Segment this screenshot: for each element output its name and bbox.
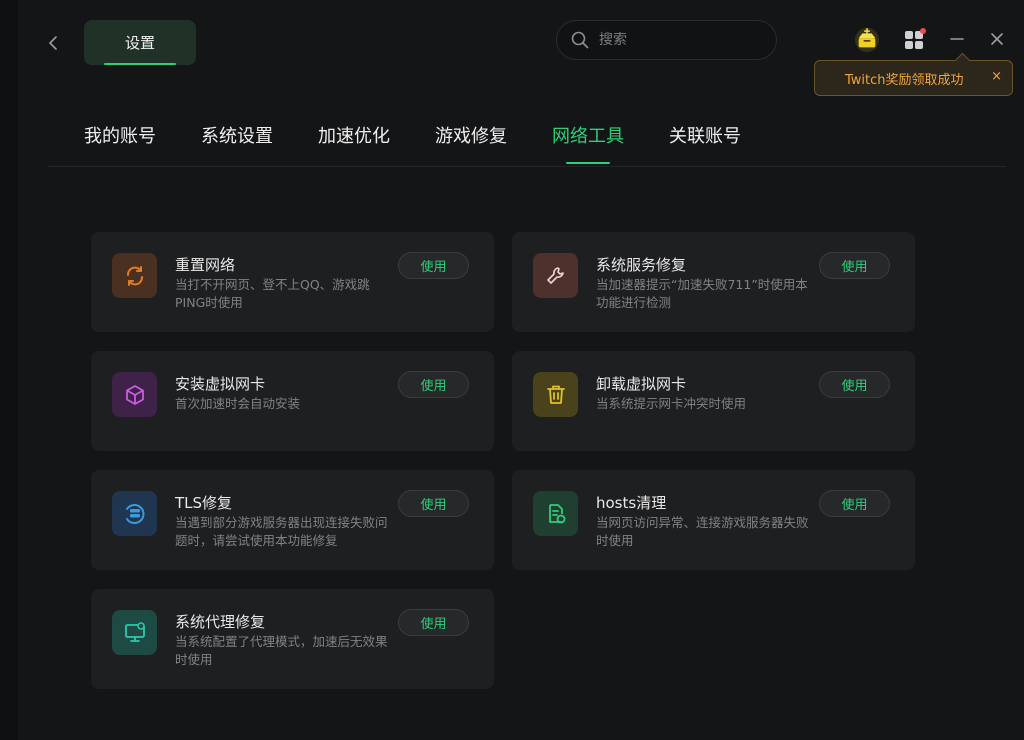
apps-grid-icon [905, 28, 926, 49]
tool-card-hosts-cleanup: hosts清理 当网页访问异常、连接游戏服务器失败时使用 使用 [512, 470, 915, 570]
tool-name: 系统服务修复 [596, 256, 687, 274]
toast-close-button[interactable]: × [991, 69, 1002, 84]
tool-description: 当系统配置了代理模式，加速后无效果时使用 [175, 634, 388, 667]
tool-name: 卸载虚拟网卡 [596, 375, 687, 393]
gift-box-icon [854, 27, 880, 52]
tool-description: 当打不开网页、登不上QQ、游戏跳PING时使用 [175, 277, 370, 310]
search-icon [571, 31, 589, 49]
page-title-label: 设置 [124, 34, 155, 52]
tab-network-tools[interactable]: 网络工具 [552, 122, 624, 166]
cube-icon [112, 372, 157, 417]
document-clean-icon [533, 491, 578, 536]
settings-tabs: 我的账号 系统设置 加速优化 游戏修复 网络工具 关联账号 [84, 122, 786, 166]
use-button[interactable]: 使用 [819, 252, 890, 279]
tab-game-repair[interactable]: 游戏修复 [435, 122, 507, 166]
tab-system-settings[interactable]: 系统设置 [201, 122, 273, 166]
left-edge-strip [0, 0, 18, 740]
use-button[interactable]: 使用 [819, 490, 890, 517]
tool-card-reset-network: 重置网络 当打不开网页、登不上QQ、游戏跳PING时使用 使用 [91, 232, 494, 332]
monitor-icon [112, 610, 157, 655]
tool-card-uninstall-virtual-nic: 卸载虚拟网卡 当系统提示网卡冲突时使用 使用 [512, 351, 915, 451]
use-button[interactable]: 使用 [819, 371, 890, 398]
search-input[interactable] [597, 31, 761, 49]
chevron-left-icon [48, 36, 57, 50]
close-button[interactable] [984, 26, 1010, 52]
tool-description: 首次加速时会自动安装 [175, 396, 301, 411]
use-button[interactable]: 使用 [398, 490, 469, 517]
tool-name: 重置网络 [175, 256, 236, 274]
tool-name: hosts清理 [596, 494, 667, 512]
minimize-button[interactable] [944, 26, 970, 52]
tool-card-install-virtual-nic: 安装虚拟网卡 首次加速时会自动安装 使用 [91, 351, 494, 451]
tool-name: TLS修复 [175, 494, 233, 512]
search-box[interactable] [556, 20, 777, 60]
use-button[interactable]: 使用 [398, 609, 469, 636]
tool-description: 当加速器提示“加速失败711”时使用本功能进行检测 [596, 277, 808, 310]
tool-description: 当网页访问异常、连接游戏服务器失败时使用 [596, 515, 809, 548]
tab-my-account[interactable]: 我的账号 [84, 122, 156, 166]
tool-card-system-service-repair: 系统服务修复 当加速器提示“加速失败711”时使用本功能进行检测 使用 [512, 232, 915, 332]
tool-name: 安装虚拟网卡 [175, 375, 266, 393]
gift-box-button[interactable] [854, 26, 880, 52]
reward-toast: Twitch奖励领取成功 × [814, 52, 1013, 96]
trash-icon [533, 372, 578, 417]
tool-card-system-proxy-repair: 系统代理修复 当系统配置了代理模式，加速后无效果时使用 使用 [91, 589, 494, 689]
minimize-icon [950, 38, 964, 40]
settings-window: 设置 搜索 Twitch奖励领取成功 × 我的账号 系统设置 加速优化 游戏修复… [0, 0, 1024, 740]
server-refresh-icon [112, 491, 157, 536]
tab-linked-accounts[interactable]: 关联账号 [669, 122, 741, 166]
wrench-icon [533, 253, 578, 298]
page-title: 设置 [84, 20, 196, 65]
toast-pointer [954, 52, 971, 69]
tool-name: 系统代理修复 [175, 613, 266, 631]
use-button[interactable]: 使用 [398, 252, 469, 279]
tab-divider [48, 166, 1006, 167]
close-icon [991, 33, 1003, 45]
tool-card-tls-repair: TLS修复 当遇到部分游戏服务器出现连接失败问题时，请尝试使用本功能修复 使用 [91, 470, 494, 570]
tab-acceleration[interactable]: 加速优化 [318, 122, 390, 166]
toast-message: Twitch奖励领取成功 [845, 72, 964, 88]
title-underline [104, 63, 176, 65]
refresh-icon [112, 253, 157, 298]
use-button[interactable]: 使用 [398, 371, 469, 398]
apps-button[interactable] [902, 26, 928, 52]
tool-description: 当遇到部分游戏服务器出现连接失败问题时，请尝试使用本功能修复 [175, 515, 388, 548]
tool-description: 当系统提示网卡冲突时使用 [596, 396, 747, 411]
back-button[interactable] [40, 30, 66, 56]
